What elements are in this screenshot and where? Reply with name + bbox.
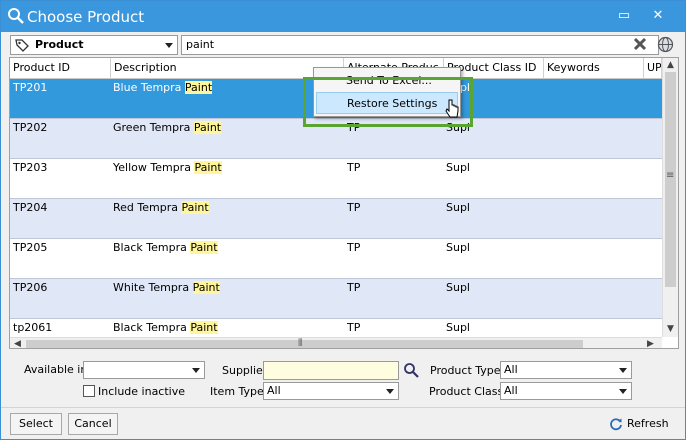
cell-alternate-product: TP — [347, 321, 361, 334]
description-text: Blue Tempra — [113, 81, 185, 94]
hscrollbar-thumb[interactable]: ⦀ — [26, 338, 583, 349]
cell-description: Yellow Tempra Paint — [113, 161, 222, 174]
column-product-id[interactable]: Product ID — [10, 58, 111, 79]
scroll-right-icon[interactable]: ▶ — [647, 339, 654, 348]
item-type-dropdown[interactable]: All — [263, 382, 399, 400]
refresh-label: Refresh — [627, 417, 669, 430]
cell-product-id: tp2061 — [13, 321, 53, 334]
search-input[interactable]: paint — [181, 35, 659, 55]
clear-icon[interactable] — [633, 37, 647, 51]
supplier-input[interactable] — [263, 361, 399, 380]
cell-description: White Tempra Paint — [113, 281, 220, 294]
table-row[interactable]: TP204 Red Tempra Paint TP Supl — [10, 199, 662, 239]
cell-description: Green Tempra Paint — [113, 121, 222, 134]
product-type-label: Product Type — [430, 364, 501, 377]
cell-product-id: TP204 — [13, 201, 48, 214]
close-button[interactable]: ✕ — [643, 5, 673, 27]
minimize-button[interactable]: ▭ — [609, 5, 639, 27]
description-text: Black Tempra — [113, 241, 191, 254]
product-type-dropdown[interactable]: All — [500, 361, 632, 379]
cell-product-id: TP201 — [13, 81, 48, 94]
item-type-value: All — [267, 384, 281, 397]
vertical-scrollbar[interactable]: ▲ ≡ ▼ — [662, 58, 678, 337]
search-row: Product paint — [9, 34, 679, 56]
column-keywords[interactable]: Keywords — [544, 58, 644, 79]
product-type-value: All — [504, 363, 518, 376]
cell-description: Blue Tempra Paint — [113, 81, 213, 94]
available-in-dropdown[interactable] — [83, 361, 205, 379]
scrollbar-thumb[interactable]: ≡ — [665, 72, 676, 287]
scroll-left-icon[interactable]: ◀ — [14, 339, 21, 348]
chevron-down-icon — [619, 389, 627, 394]
bottom-bar: Select Cancel Refresh — [1, 407, 685, 439]
product-class-label: Product Class — [429, 385, 504, 398]
chevron-down-icon — [619, 368, 627, 373]
cell-product-class-id: Supl — [446, 161, 470, 174]
item-type-label: Item Type — [210, 385, 264, 398]
filter-panel: Available in Include inactive Supplier I… — [9, 353, 679, 405]
description-text: White Tempra — [113, 281, 193, 294]
description-text: Yellow Tempra — [113, 161, 195, 174]
include-inactive-checkbox[interactable] — [83, 385, 95, 397]
refresh-icon — [610, 418, 622, 431]
window-title: Choose Product — [27, 8, 145, 26]
choose-product-window: Choose Product ▭ ✕ Product paint Product… — [0, 0, 686, 440]
cell-product-class-id: Supl — [446, 281, 470, 294]
description-text: Red Tempra — [113, 201, 182, 214]
horizontal-scrollbar[interactable]: ◀ ⦀ ▶ — [10, 337, 662, 349]
table-row[interactable]: TP203 Yellow Tempra Paint TP Supl — [10, 159, 662, 199]
chevron-down-icon — [192, 368, 200, 373]
include-inactive-label: Include inactive — [98, 385, 186, 398]
search-match-highlight: Paint — [184, 81, 213, 94]
description-text: Green Tempra — [113, 121, 194, 134]
globe-search-icon[interactable] — [657, 36, 674, 53]
search-scope-value: Product — [35, 38, 84, 51]
search-match-highlight: Paint — [190, 321, 218, 334]
column-up[interactable]: UP — [644, 58, 662, 79]
product-class-dropdown[interactable]: All — [500, 382, 632, 400]
search-match-highlight: Paint — [181, 201, 209, 214]
cell-product-id: TP206 — [13, 281, 48, 294]
search-match-highlight: Paint — [194, 161, 222, 174]
table-row[interactable]: tp2061 Black Tempra Paint TP Supl — [10, 319, 662, 337]
hgrip-icon: ⦀ — [298, 338, 303, 349]
cell-alternate-product: TP — [347, 281, 361, 294]
supplier-search-icon[interactable] — [403, 362, 419, 378]
search-scope-dropdown[interactable]: Product — [10, 35, 178, 55]
cell-description: Red Tempra Paint — [113, 201, 209, 214]
column-description[interactable]: Description — [111, 58, 344, 79]
title-bar[interactable]: Choose Product ▭ ✕ — [1, 1, 685, 32]
tag-icon — [15, 39, 29, 52]
cell-description: Black Tempra Paint — [113, 321, 218, 334]
search-match-highlight: Paint — [190, 241, 218, 254]
cell-product-id: TP202 — [13, 121, 48, 134]
scroll-up-icon[interactable]: ▲ — [667, 60, 674, 70]
cancel-button[interactable]: Cancel — [68, 413, 118, 435]
cell-product-id: TP205 — [13, 241, 48, 254]
supplier-label: Supplier — [222, 364, 268, 377]
description-text: Black Tempra — [113, 321, 191, 334]
search-match-highlight: Paint — [192, 281, 220, 294]
cell-product-class-id: Supl — [446, 201, 470, 214]
cell-product-id: TP203 — [13, 161, 48, 174]
refresh-button[interactable]: Refresh — [607, 416, 679, 434]
cell-alternate-product: TP — [347, 201, 361, 214]
product-class-value: All — [504, 384, 518, 397]
chevron-down-icon — [386, 389, 394, 394]
search-icon — [8, 8, 24, 24]
chevron-down-icon — [165, 43, 173, 48]
cell-alternate-product: TP — [347, 241, 361, 254]
mouse-cursor-icon — [445, 99, 459, 118]
cell-description: Black Tempra Paint — [113, 241, 218, 254]
search-match-highlight: Paint — [193, 121, 222, 134]
available-in-label: Available in — [24, 363, 88, 376]
cell-product-class-id: Supl — [446, 241, 470, 254]
cell-alternate-product: TP — [347, 161, 361, 174]
select-button[interactable]: Select — [10, 413, 62, 435]
grip-icon: ≡ — [666, 170, 675, 181]
table-row[interactable]: TP206 White Tempra Paint TP Supl — [10, 279, 662, 319]
scroll-down-icon[interactable]: ▼ — [667, 324, 674, 334]
cell-product-class-id: Supl — [446, 321, 470, 334]
table-row[interactable]: TP205 Black Tempra Paint TP Supl — [10, 239, 662, 279]
